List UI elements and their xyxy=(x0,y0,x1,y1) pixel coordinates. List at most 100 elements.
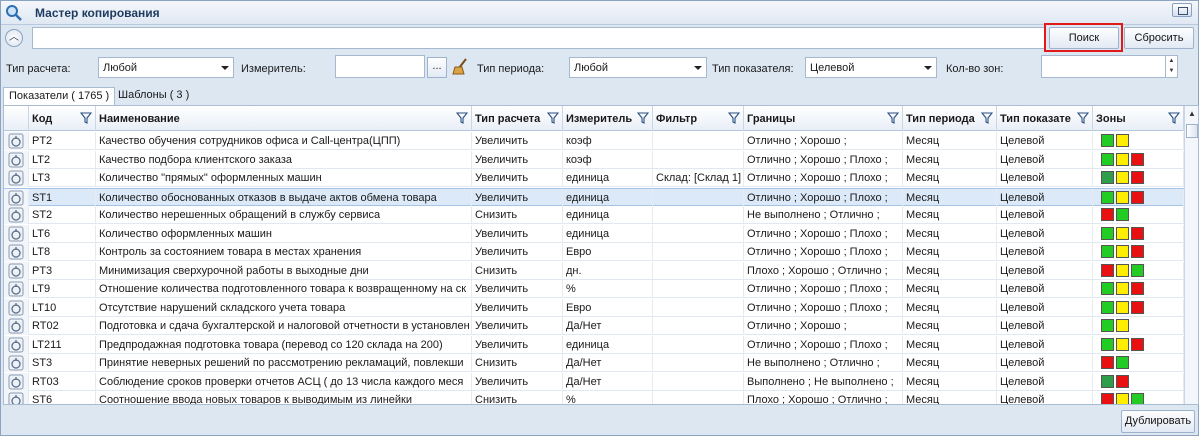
tab-templates[interactable]: Шаблоны ( 3 ) xyxy=(113,87,194,105)
table-row[interactable]: RT02 Подготовка и сдача бухгалтерской и н… xyxy=(4,317,1184,335)
cell-calc: Увеличить xyxy=(472,335,563,354)
duplicate-button[interactable]: Дублировать xyxy=(1121,410,1195,433)
zones-count-stepper[interactable] xyxy=(1041,55,1178,78)
filter-funnel-icon[interactable] xyxy=(637,112,649,124)
code-header[interactable]: Код xyxy=(29,106,96,131)
indicator-type-select[interactable]: Целевой xyxy=(805,57,937,78)
vertical-scrollbar[interactable]: ▲ xyxy=(1184,106,1198,404)
table-row[interactable]: ST6 Соотношение ввода новых товаров к выв… xyxy=(4,391,1184,404)
cell-meter: единица xyxy=(563,188,653,207)
table-row[interactable]: LT2 Качество подбора клиентского заказа Ув… xyxy=(4,150,1184,169)
cell-bounds: Отлично ; Хорошо ; xyxy=(744,317,903,335)
zone-swatch xyxy=(1131,263,1144,277)
cell-type: Целевой xyxy=(997,354,1093,372)
search-input[interactable] xyxy=(32,27,1046,49)
cell-calc: Увеличить xyxy=(472,280,563,298)
cell-meter: Да/Нет xyxy=(563,372,653,391)
name-header[interactable]: Наименование xyxy=(96,106,472,131)
zones-header[interactable]: Зоны xyxy=(1093,106,1184,131)
meter-browse-button[interactable]: ... xyxy=(427,57,447,78)
filter-funnel-icon[interactable] xyxy=(80,112,92,124)
filter-funnel-icon[interactable] xyxy=(456,112,468,124)
indicator-icon xyxy=(8,152,24,167)
cell-meter: единица xyxy=(563,224,653,243)
column-header-label: Измеритель xyxy=(566,113,633,125)
row-icon-cell xyxy=(4,391,29,404)
column-header-label: Зоны xyxy=(1096,113,1126,125)
grid-header: Код Наименование Тип расчета Измеритель Филь… xyxy=(4,106,1184,131)
filter-funnel-icon[interactable] xyxy=(1077,112,1089,124)
indicator-icon xyxy=(8,374,24,389)
cell-meter: коэф xyxy=(563,150,653,169)
zone-swatch xyxy=(1131,226,1144,240)
scroll-up-icon[interactable]: ▲ xyxy=(1186,107,1198,121)
cell-filter xyxy=(653,354,744,372)
search-button[interactable]: Поиск xyxy=(1049,27,1119,49)
cell-period: Месяц xyxy=(903,354,997,372)
zones-spin-buttons[interactable]: ▲ ▼ xyxy=(1165,56,1177,77)
table-row[interactable]: ST1 Количество обоснованных отказов в выд… xyxy=(4,187,1184,207)
cell-filter xyxy=(653,150,744,169)
filter-funnel-icon[interactable] xyxy=(981,112,993,124)
bounds-header[interactable]: Границы xyxy=(744,106,903,131)
tab-indicators[interactable]: Показатели ( 1765 ) xyxy=(3,87,116,106)
table-row[interactable]: LT3 Количество "прямых" оформленных машин… xyxy=(4,169,1184,187)
calc-type-header[interactable]: Тип расчета xyxy=(472,106,563,131)
cell-code: LT9 xyxy=(29,280,96,298)
reset-button[interactable]: Сбросить xyxy=(1124,27,1194,49)
filter-header[interactable]: Фильтр xyxy=(653,106,744,131)
row-icon-cell xyxy=(4,335,29,354)
restore-window-button[interactable] xyxy=(1172,3,1192,17)
cell-filter xyxy=(653,188,744,207)
indicator-icon xyxy=(8,281,24,297)
table-row[interactable]: PT3 Минимизация сверхурочной работы в вых… xyxy=(4,261,1184,280)
period-type-header[interactable]: Тип периода xyxy=(903,106,997,131)
cell-type: Целевой xyxy=(997,261,1093,280)
cell-code: PT3 xyxy=(29,261,96,280)
table-row[interactable]: RT03 Соблюдение сроков проверки отчетов А… xyxy=(4,372,1184,391)
indicator-icon xyxy=(8,226,24,241)
filter-funnel-icon[interactable] xyxy=(1168,112,1180,124)
table-row[interactable]: LT6 Количество оформленных машин Увеличить… xyxy=(4,224,1184,243)
table-row[interactable]: LT10 Отсутствие нарушений складского учет… xyxy=(4,298,1184,317)
meter-field[interactable] xyxy=(335,55,425,78)
cell-code: ST3 xyxy=(29,354,96,372)
cell-zones xyxy=(1093,372,1184,391)
scroll-thumb[interactable] xyxy=(1186,124,1198,138)
indicator-icon xyxy=(8,244,24,260)
zone-swatch xyxy=(1101,300,1114,314)
indicator-icon xyxy=(8,318,24,334)
zone-swatch xyxy=(1101,337,1114,351)
filter-funnel-icon[interactable] xyxy=(887,112,899,124)
collapse-up-icon[interactable]: ︿ xyxy=(5,29,23,47)
row-icon-header xyxy=(4,106,29,131)
table-row[interactable]: ST3 Принятие неверных решений по рассмотр… xyxy=(4,354,1184,372)
cell-code: RT02 xyxy=(29,317,96,335)
column-header-label: Тип показате xyxy=(1000,113,1071,125)
spin-down-icon[interactable]: ▼ xyxy=(1166,66,1177,76)
column-header-label: Фильтр xyxy=(656,113,698,125)
zone-swatch xyxy=(1131,337,1144,351)
table-row[interactable]: LT211 Предпродажная подготовка товара (пе… xyxy=(4,335,1184,354)
indicator-type-header[interactable]: Тип показате xyxy=(997,106,1093,131)
broom-clear-icon[interactable] xyxy=(451,57,471,77)
period-type-select[interactable]: Любой xyxy=(569,57,707,78)
filter-funnel-icon[interactable] xyxy=(547,112,559,124)
table-row[interactable]: LT9 Отношение количества подготовленного … xyxy=(4,280,1184,298)
cell-period: Месяц xyxy=(903,335,997,354)
cell-code: LT10 xyxy=(29,298,96,317)
chevron-down-icon xyxy=(694,66,702,70)
cell-period: Месяц xyxy=(903,391,997,404)
table-row[interactable]: ST2 Количество нерешенных обращений в слу… xyxy=(4,206,1184,224)
table-row[interactable]: PT2 Качество обучения сотрудников офиса и… xyxy=(4,132,1184,150)
cell-zones xyxy=(1093,243,1184,261)
filter-funnel-icon[interactable] xyxy=(728,112,740,124)
spin-up-icon[interactable]: ▲ xyxy=(1166,56,1177,66)
cell-type: Целевой xyxy=(997,372,1093,391)
meter-header[interactable]: Измеритель xyxy=(563,106,653,131)
cell-filter xyxy=(653,317,744,335)
cell-type: Целевой xyxy=(997,132,1093,150)
calc-type-select[interactable]: Любой xyxy=(98,57,234,78)
table-row[interactable]: LT8 Контроль за состоянием товара в места… xyxy=(4,243,1184,261)
cell-bounds: Выполнено ; Не выполнено ; xyxy=(744,372,903,391)
